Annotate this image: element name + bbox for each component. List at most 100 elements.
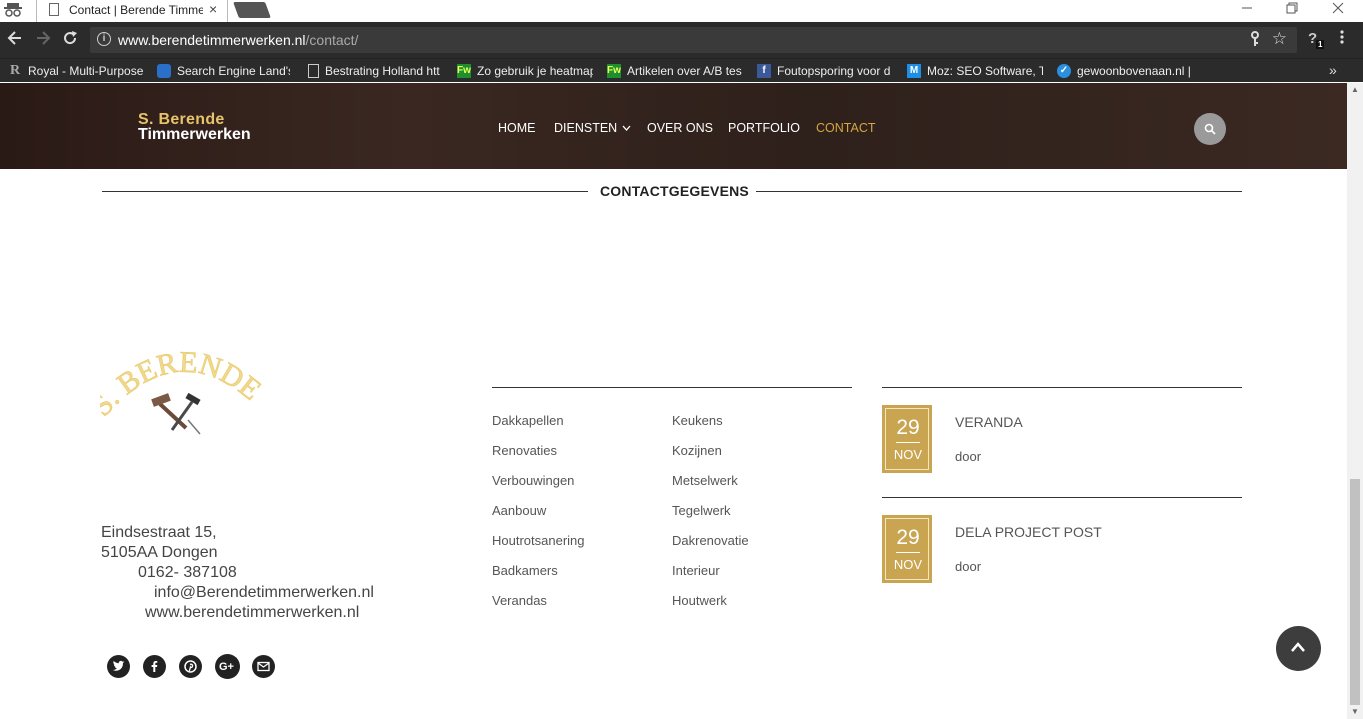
nav-over-ons[interactable]: OVER ONS [647,121,713,135]
restore-icon[interactable] [1277,0,1307,19]
email-icon[interactable] [252,655,275,678]
tab-strip: Contact | Berende Timmerwerken × [0,0,1363,22]
service-link[interactable]: Verbouwingen [492,473,574,488]
service-link[interactable]: Badkamers [492,563,558,578]
chevron-up-icon [1291,642,1305,652]
post-author: door [955,559,982,574]
post-month: NOV [893,447,923,462]
post-title[interactable]: VERANDA [955,414,1023,430]
facebook-icon[interactable] [143,655,166,678]
chevron-down-icon [622,125,631,131]
incognito-icon[interactable] [4,1,24,19]
browser-toolbar: i www.berendetimmerwerken.nl/contact/ ☆ … [0,22,1363,58]
moz-favicon-icon: M [907,64,921,78]
document-icon [49,3,59,16]
address-phone[interactable]: 0162- 387108 [138,563,237,583]
divider [882,497,1242,498]
nav-portfolio[interactable]: PORTFOLIO [728,121,800,135]
divider [492,387,852,388]
reload-icon[interactable] [62,30,78,50]
minimize-icon[interactable] [1232,0,1262,19]
scroll-up-arrow-icon[interactable]: ▲ [1347,83,1363,97]
service-link[interactable]: Renovaties [492,443,557,458]
page-scrollbar[interactable]: ▲ ▼ [1347,83,1363,719]
site-header: S. Berende Timmerwerken HOME DIENSTEN OV… [0,83,1347,169]
service-link[interactable]: Interieur [672,563,720,578]
extension-icon[interactable]: ? 1 [1308,30,1325,49]
post-month: NOV [893,557,923,572]
royal-favicon-icon: R [9,63,21,78]
bookmark-item[interactable]: R Royal - Multi-Purpose [8,63,144,79]
divider [102,191,588,192]
address-website[interactable]: www.berendetimmerwerken.nl [145,603,359,623]
post-author: door [955,449,982,464]
bookmarks-bar: R Royal - Multi-Purpose Search Engine La… [0,58,1363,82]
service-link[interactable]: Dakkapellen [492,413,564,428]
footer-logo: S. BERENDE [85,345,270,438]
bookmark-item[interactable]: f Foutopsporing voor d [757,63,893,79]
bookmark-item[interactable]: Bestrating Holland htt [308,63,443,79]
address-bar[interactable]: i www.berendetimmerwerken.nl/contact/ ☆ [90,27,1297,53]
address-city: 5105AA Dongen [101,544,218,561]
tab-contact[interactable]: Contact | Berende Timmerwerken × [36,0,228,22]
fw-favicon-icon: Fw [457,64,471,78]
service-link[interactable]: Houtrotsanering [492,533,585,548]
window-close-icon[interactable] [1323,0,1353,19]
facebook-favicon-icon: f [757,64,771,78]
forward-icon[interactable] [35,30,51,50]
nav-home[interactable]: HOME [498,121,536,135]
post-day: 29 [896,526,920,549]
divider [756,191,1242,192]
hammer-icon [151,392,201,435]
url-text: www.berendetimmerwerken.nl/contact/ [118,32,359,48]
bookmark-item[interactable]: ✓ gewoonbovenaan.nl | [1057,63,1193,79]
address-email[interactable]: info@Berendetimmerwerken.nl [154,583,374,603]
extension-badge: 1 [1316,40,1325,49]
post-date-badge: 29 NOV [882,515,932,583]
bookmark-item[interactable]: M Moz: SEO Software, To [907,63,1043,79]
service-link[interactable]: Kozijnen [672,443,722,458]
service-link[interactable]: Tegelwerk [672,503,731,518]
divider [882,387,1242,388]
menu-icon[interactable] [1340,29,1344,49]
bookmarks-overflow-icon[interactable]: » [1329,62,1337,78]
service-link[interactable]: Metselwerk [672,473,738,488]
bookmark-star-icon[interactable]: ☆ [1272,29,1287,49]
bookmark-item[interactable]: Fw Artikelen over A/B tes [607,63,743,79]
post-title[interactable]: DELA PROJECT POST [955,524,1102,540]
bookmark-item[interactable]: Fw Zo gebruik je heatmap [457,63,593,79]
section-heading: CONTACTGEGEVENS [102,183,1242,199]
key-icon[interactable] [1249,31,1261,50]
service-link[interactable]: Verandas [492,593,547,608]
sel-favicon-icon [157,64,171,78]
service-link[interactable]: Keukens [672,413,723,428]
bookmark-item[interactable]: Search Engine Land's [157,63,290,79]
fw-favicon-icon: Fw [607,64,621,78]
back-icon[interactable] [7,30,23,50]
twitter-icon[interactable] [107,655,130,678]
tab-title: Contact | Berende Timmerwerken [69,3,203,17]
document-favicon-icon [308,64,319,78]
nav-contact[interactable]: CONTACT [816,121,876,135]
scroll-down-arrow-icon[interactable]: ▼ [1347,705,1363,719]
service-link[interactable]: Aanbouw [492,503,546,518]
svg-text:G+: G+ [219,661,234,673]
section-title: CONTACTGEGEVENS [600,183,749,199]
search-icon [1204,123,1216,135]
new-tab-button[interactable] [233,2,271,18]
tab-close-icon[interactable]: × [209,1,217,17]
scroll-to-top-button[interactable] [1276,626,1321,671]
post-date-badge: 29 NOV [882,405,932,473]
google-plus-icon[interactable]: G+ [215,654,240,679]
address-street: Eindsestraat 15, [101,524,217,541]
nav-diensten[interactable]: DIENSTEN [554,121,631,135]
search-button[interactable] [1194,113,1226,145]
post-day: 29 [896,416,920,439]
service-link[interactable]: Dakrenovatie [672,533,749,548]
info-icon[interactable]: i [97,32,111,46]
scrollbar-thumb[interactable] [1350,479,1360,705]
site-logo[interactable]: S. Berende Timmerwerken [138,112,251,143]
pinterest-icon[interactable] [179,655,202,678]
page-viewport: S. Berende Timmerwerken HOME DIENSTEN OV… [0,83,1347,719]
service-link[interactable]: Houtwerk [672,593,727,608]
